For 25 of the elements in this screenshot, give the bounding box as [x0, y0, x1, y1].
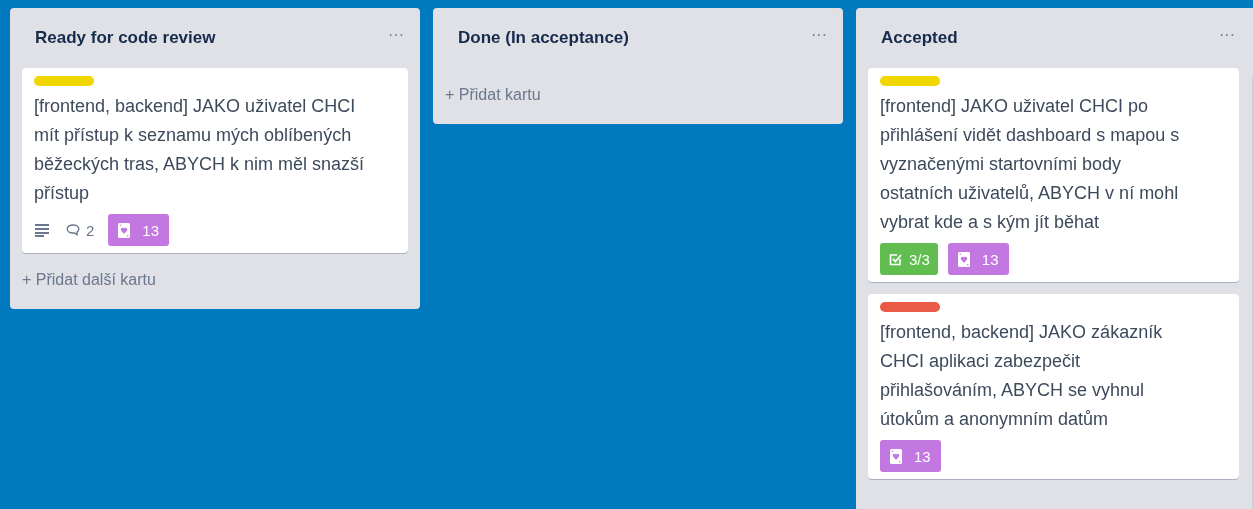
add-card-button[interactable]: + Přidat další kartu	[22, 253, 408, 305]
list-menu-button[interactable]: ···	[384, 26, 408, 44]
points-badge: 13	[108, 214, 170, 246]
add-card-button[interactable]: + Přidat kartu	[445, 68, 831, 120]
card-title: [frontend] JAKO uživatel CHCI po přihlášení vidět dashboard s mapou s vyznačenými startovními body ostatních uživatelů, ABYCH v ní mohl vybrat kde a s kým jít běhat	[880, 95, 1181, 234]
playing-card-icon	[890, 448, 902, 464]
checklist-icon	[888, 251, 903, 267]
card[interactable]: [frontend, backend] JAKO zákazník CHCI aplikaci zabezpečit přihlašováním, ABYCH se vyhnul útokům a anonymním datům 13	[868, 294, 1239, 479]
list-menu-button[interactable]: ···	[807, 26, 831, 44]
description-icon	[34, 223, 50, 237]
card-title: [frontend, backend] JAKO zákazník CHCI aplikaci zabezpečit přihlašováním, ABYCH se vyhnul útokům a anonymním datům	[880, 321, 1164, 431]
playing-card-icon	[957, 251, 970, 267]
points-badge: 13	[947, 243, 1009, 275]
list-title: Accepted	[881, 28, 958, 48]
card[interactable]: [frontend] JAKO uživatel CHCI po přihlášení vidět dashboard s mapou s vyznačenými startovními body ostatních uživatelů, ABYCH v ní mohl vybrat kde a s kým jít běhat 3/3 13	[868, 68, 1239, 282]
list-title: Done (In acceptance)	[458, 28, 629, 48]
points-badge: 13	[880, 440, 941, 472]
card[interactable]: [frontend, backend] JAKO uživatel CHCI mít přístup k seznamu mých oblíbených běžeckých tras, ABYCH k nim měl snazší přístup 2 13	[22, 68, 408, 253]
comment-icon	[66, 224, 80, 236]
playing-card-icon	[118, 222, 131, 238]
list-title: Ready for code review	[35, 28, 216, 48]
checklist-badge: 3/3	[880, 243, 938, 275]
card-title: [frontend, backend] JAKO uživatel CHCI mít přístup k seznamu mých oblíbených běžeckých tras, ABYCH k nim měl snazší přístup	[34, 95, 366, 205]
comment-count: 2	[86, 221, 95, 239]
list-menu-button[interactable]: ···	[1215, 26, 1239, 44]
